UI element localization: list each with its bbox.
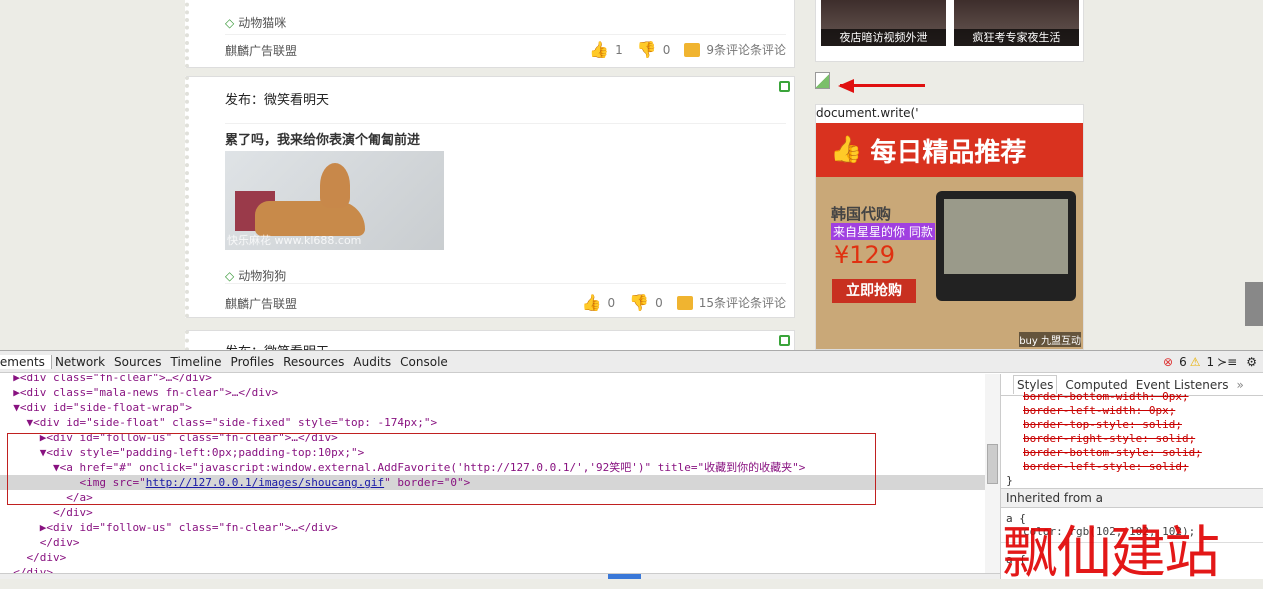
post-image[interactable]: 快乐麻花 www.kl688.com (225, 151, 444, 250)
inherited-header: Inherited from a (1001, 488, 1263, 508)
tag-icon: ◇ (225, 269, 235, 283)
post-card-1: ◇ 动物猫咪 麒麟广告联盟 👍 1 👎 0 9条评论条评论 (185, 0, 795, 68)
dom-line[interactable]: ▼<div id="side-float" class="side-fixed"… (0, 415, 985, 430)
red-arrow-head (838, 79, 854, 93)
ad-line2: 来自星星的你 同款 (831, 223, 935, 240)
tab-profiles[interactable]: Profiles (228, 355, 281, 369)
post-actions: 👍 1 👎 0 9条评论条评论 (589, 40, 786, 59)
devtools-panel: Elements Network Sources Timeline Profil… (0, 350, 1263, 586)
page-scroll-handle[interactable] (1245, 282, 1263, 326)
css-prop[interactable]: border-left-style: solid; (1001, 460, 1263, 474)
broken-image-icon[interactable] (815, 72, 830, 89)
thumbs-up-icon: 👍 (830, 135, 863, 165)
highlight-box-annotation (7, 433, 876, 505)
tag-icon: ◇ (225, 16, 235, 30)
thumb-item[interactable]: 疯狂考专家夜生活 (954, 0, 1079, 46)
divider (225, 34, 786, 35)
ad-box: document.write(' 👍 每日精品推荐 韩国代购 来自星星的你 同款 … (815, 104, 1084, 350)
comment-count[interactable]: 9条评论条评论 (706, 41, 786, 58)
breadcrumb-bar[interactable] (0, 573, 1000, 579)
watermark-logo: 飘仙建站 (1002, 521, 1220, 586)
css-prop[interactable]: border-right-style: solid; (1001, 432, 1263, 446)
tab-sources[interactable]: Sources (111, 355, 167, 369)
comment-icon[interactable] (684, 42, 701, 57)
dom-line[interactable]: ▶<div class="mala-news fn-clear">…</div> (0, 385, 985, 400)
tab-timeline[interactable]: Timeline (168, 355, 228, 369)
thumbs-up-icon[interactable]: 👍 (589, 40, 609, 59)
css-prop[interactable]: border-left-width: 0px; (1001, 404, 1263, 418)
ad-header: 每日精品推荐 (870, 137, 1027, 168)
post-publisher[interactable]: 发布：微笑看明天 (225, 89, 329, 108)
document-write-text: document.write(' (816, 106, 919, 120)
post-card-2: 发布：微笑看明天 累了吗，我来给你表演个匍匐前进 快乐麻花 www.kl688.… (185, 76, 795, 318)
more-tabs-icon[interactable]: » (1236, 378, 1243, 392)
tab-console[interactable]: Console (397, 355, 454, 369)
ad-price: ¥129 (834, 241, 896, 269)
post-source[interactable]: 麒麟广告联盟 (225, 42, 297, 59)
comment-icon[interactable] (676, 295, 693, 310)
post-tag[interactable]: ◇ 动物狗狗 (225, 267, 286, 284)
thumbs-down-icon[interactable]: 👎 (637, 40, 657, 59)
tab-audits[interactable]: Audits (350, 355, 397, 369)
tab-elements[interactable]: Elements (0, 354, 52, 369)
dom-line[interactable]: </div> (0, 550, 985, 565)
ad-line1: 韩国代购 (831, 205, 892, 223)
divider (225, 123, 786, 124)
tab-resources[interactable]: Resources (280, 355, 350, 369)
like-count: 0 (607, 295, 616, 310)
ad-brand: buy 九盟互动 (1019, 332, 1081, 347)
dom-line[interactable]: </div> (0, 535, 985, 550)
like-count: 1 (615, 42, 623, 57)
ad-buy-button[interactable]: 立即抢购 (832, 279, 916, 303)
post-actions: 👍 0 👎 0 15条评论条评论 (582, 293, 786, 312)
dom-line[interactable]: </div> (0, 505, 985, 520)
css-prop[interactable]: border-bottom-style: solid; (1001, 446, 1263, 460)
thumb-item[interactable]: 夜店暗访视频外泄 (821, 0, 946, 46)
dom-scrollbar[interactable] (985, 374, 1000, 573)
warning-count[interactable]: 1 (1206, 355, 1214, 369)
dislike-count: 0 (662, 42, 671, 57)
warning-icon[interactable]: ⚠ (1187, 355, 1207, 369)
share-icon[interactable] (779, 335, 790, 346)
error-count[interactable]: 6 (1179, 355, 1187, 369)
tag-label: 动物猫咪 (238, 16, 287, 30)
thumbs-down-icon[interactable]: 👎 (629, 293, 649, 312)
devtools-toolbar: Elements Network Sources Timeline Profil… (0, 351, 1263, 373)
tab-network[interactable]: Network (52, 355, 111, 369)
post-tag[interactable]: ◇ 动物猫咪 (225, 14, 286, 31)
sidebar-thumbs: 夜店暗访视频外泄 疯狂考专家夜生活 (815, 0, 1084, 62)
image-watermark: 快乐麻花 www.kl688.com (227, 234, 362, 247)
breadcrumb-selected[interactable] (608, 574, 641, 579)
tag-label: 动物狗狗 (238, 269, 287, 283)
dislike-count: 0 (655, 295, 663, 310)
css-prop[interactable]: border-bottom-width: 0px; (1001, 390, 1263, 404)
divider (225, 283, 786, 284)
dom-line[interactable]: ▼<div id="side-float-wrap"> (0, 400, 985, 415)
console-drawer-icon[interactable]: ≻≡ (1214, 355, 1243, 369)
post-source[interactable]: 麒麟广告联盟 (225, 295, 297, 312)
post-title[interactable]: 累了吗，我来给你表演个匍匐前进 (225, 129, 420, 148)
dom-line[interactable]: ▶<div id="follow-us" class="fn-clear">…<… (0, 520, 985, 535)
dom-line[interactable]: ▶<div class="fn-clear">…</div> (0, 374, 985, 385)
comment-count[interactable]: 15条评论条评论 (699, 294, 786, 311)
thumb-caption: 夜店暗访视频外泄 (821, 29, 946, 46)
share-icon[interactable] (779, 81, 790, 92)
ad-banner[interactable]: 👍 每日精品推荐 韩国代购 来自星星的你 同款 ¥129 立即抢购 buy 九盟互… (816, 123, 1083, 349)
css-prop[interactable]: border-top-style: solid; (1001, 418, 1263, 432)
dom-line[interactable]: </div> (0, 565, 985, 573)
gear-icon[interactable]: ⚙ (1243, 355, 1263, 369)
thumb-caption: 疯狂考专家夜生活 (954, 29, 1079, 46)
rule-close: } (1006, 474, 1013, 487)
error-icon[interactable]: ⊗ (1160, 355, 1179, 369)
thumbs-up-icon[interactable]: 👍 (582, 293, 602, 312)
